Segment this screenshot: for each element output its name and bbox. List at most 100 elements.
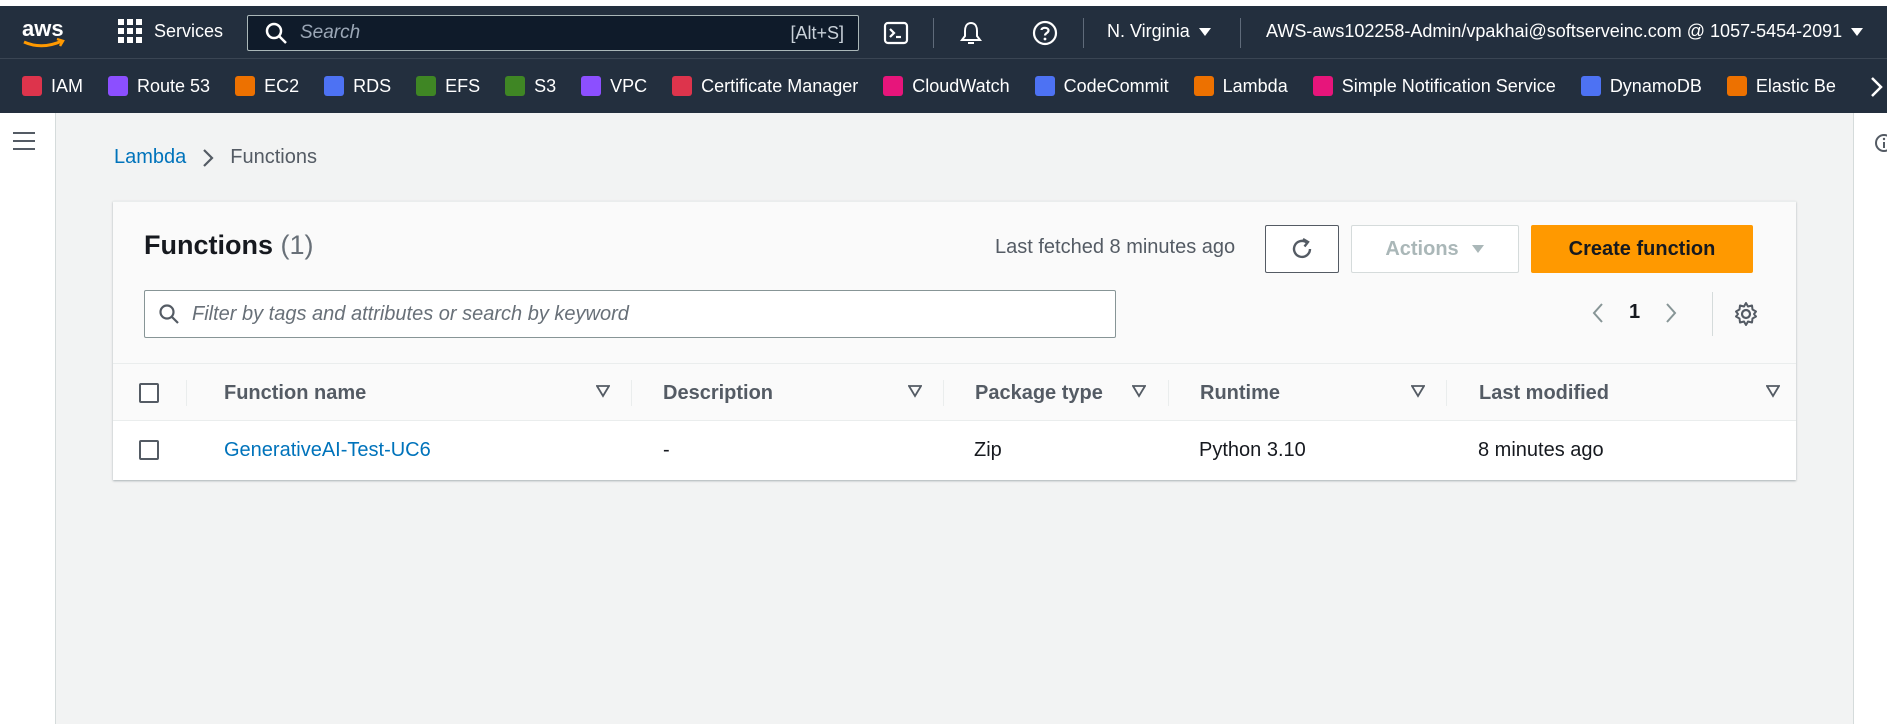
row-checkbox[interactable] — [139, 440, 159, 460]
filter-placeholder: Filter by tags and attributes or search … — [192, 302, 629, 325]
service-icon — [416, 76, 437, 96]
favorite-item[interactable]: RDS — [324, 76, 391, 97]
service-icon — [1034, 76, 1055, 96]
column-last-modified[interactable]: Last modified — [1479, 364, 1609, 422]
account-label: AWS-aws102258-Admin/vpakhai@softserveinc… — [1266, 21, 1843, 41]
favorite-item[interactable]: CodeCommit — [1034, 75, 1169, 97]
sort-icon[interactable] — [908, 384, 922, 398]
favorite-label: Route 53 — [137, 75, 211, 96]
aws-logo-text: aws — [22, 16, 64, 41]
favorite-item[interactable]: EFS — [416, 76, 480, 97]
favorite-label: CodeCommit — [1063, 75, 1169, 96]
tools-panel — [1853, 113, 1887, 724]
panel-header: Functions (1) Last fetched 8 minutes ago… — [113, 202, 1796, 363]
favorite-label: VPC — [610, 75, 648, 96]
chevron-right-icon[interactable] — [1869, 59, 1887, 113]
favorite-label: IAM — [51, 75, 84, 96]
filter-input[interactable]: Filter by tags and attributes or search … — [144, 290, 1116, 338]
create-function-button[interactable]: Create function — [1531, 225, 1753, 273]
favorite-item[interactable]: Elastic Be — [1726, 75, 1836, 97]
column-divider — [943, 380, 944, 406]
current-page[interactable]: 1 — [1629, 301, 1640, 324]
help-icon[interactable] — [1032, 20, 1058, 46]
favorites-list: IAM Route 53 EC2 RDS EFS S3 VPC Certificate Man… — [0, 76, 1861, 97]
panel-title-text: Functions — [144, 230, 273, 260]
function-count: (1) — [280, 230, 314, 260]
favorite-item[interactable]: Lambda — [1193, 76, 1288, 97]
service-icon — [672, 76, 693, 96]
search-placeholder: Search — [300, 22, 361, 43]
info-icon[interactable] — [1874, 133, 1887, 153]
column-package-type[interactable]: Package type — [975, 364, 1103, 422]
service-icon — [1312, 76, 1333, 96]
panel-title: Functions (1) — [144, 230, 314, 261]
favorite-label: RDS — [353, 75, 392, 96]
favorite-item[interactable]: Certificate Manager — [672, 76, 858, 97]
favorite-item[interactable]: VPC — [581, 76, 647, 97]
grid-icon — [118, 19, 142, 43]
cell-package-type: Zip — [974, 439, 1002, 461]
favorite-label: Certificate Manager — [701, 75, 859, 96]
search-icon — [265, 22, 287, 44]
breadcrumb-functions: Functions — [230, 146, 317, 168]
cell-runtime: Python 3.10 — [1199, 439, 1306, 461]
favorite-item[interactable]: S3 — [505, 76, 556, 97]
column-function-name[interactable]: Function name — [224, 364, 366, 422]
aws-logo[interactable]: aws — [20, 12, 70, 52]
sort-icon[interactable] — [596, 384, 610, 398]
favorite-item[interactable]: DynamoDB — [1580, 76, 1702, 97]
service-icon — [505, 76, 526, 96]
service-icon — [108, 76, 129, 96]
function-name-link[interactable]: GenerativeAI-Test-UC6 — [224, 421, 431, 480]
column-divider — [1446, 380, 1447, 406]
next-page-icon[interactable] — [1664, 302, 1678, 324]
service-icon — [1726, 76, 1747, 96]
services-label: Services — [154, 20, 224, 41]
breadcrumb-lambda[interactable]: Lambda — [114, 146, 186, 169]
services-menu[interactable]: Services — [118, 19, 223, 43]
service-icon — [22, 76, 42, 96]
previous-page-icon[interactable] — [1591, 302, 1605, 324]
favorite-item[interactable]: Simple Notification Service — [1312, 75, 1556, 97]
column-divider — [186, 380, 187, 406]
favorite-item[interactable]: CloudWatch — [883, 76, 1010, 97]
cell-description: - — [663, 439, 670, 461]
caret-down-icon — [1851, 27, 1864, 36]
column-runtime[interactable]: Runtime — [1200, 364, 1280, 422]
favorite-item[interactable]: Route 53 — [108, 76, 210, 97]
menu-icon[interactable] — [13, 132, 35, 156]
select-all-checkbox[interactable] — [139, 383, 159, 403]
column-divider — [1168, 380, 1169, 406]
cloudshell-icon[interactable] — [883, 20, 909, 46]
breadcrumb: Lambda Functions — [114, 146, 317, 169]
column-description[interactable]: Description — [663, 364, 773, 422]
preferences-gear-icon[interactable] — [1733, 301, 1759, 332]
sort-icon[interactable] — [1132, 384, 1146, 398]
search-shortcut: [Alt+S] — [790, 23, 844, 43]
region-label: N. Virginia — [1107, 21, 1190, 41]
functions-panel: Functions (1) Last fetched 8 minutes ago… — [113, 201, 1796, 480]
divider — [1712, 292, 1713, 336]
account-menu[interactable]: AWS-aws102258-Admin/vpakhai@softserveinc… — [1266, 21, 1864, 42]
sort-icon[interactable] — [1766, 384, 1780, 398]
pagination: 1 — [1591, 301, 1678, 324]
favorite-label: Elastic Be — [1755, 75, 1836, 96]
region-selector[interactable]: N. Virginia — [1107, 21, 1212, 42]
service-icon — [883, 76, 904, 96]
refresh-button[interactable] — [1265, 225, 1339, 273]
table-row: GenerativeAI-Test-UC6 - Zip Python 3.10 … — [113, 421, 1796, 480]
favorite-label: EC2 — [264, 75, 300, 96]
favorite-label: EFS — [445, 75, 481, 96]
actions-button[interactable]: Actions — [1351, 225, 1519, 273]
caret-down-icon — [1471, 245, 1484, 253]
sort-icon[interactable] — [1411, 384, 1425, 398]
favorite-item[interactable]: EC2 — [235, 76, 299, 97]
service-icon — [1193, 76, 1214, 96]
favorite-label: S3 — [534, 75, 557, 96]
favorite-label: Simple Notification Service — [1341, 75, 1556, 96]
favorite-item[interactable]: IAM — [22, 76, 83, 97]
bell-icon[interactable] — [958, 20, 984, 46]
global-search-input[interactable]: Search [Alt+S] — [247, 15, 859, 51]
favorites-bar: IAM Route 53 EC2 RDS EFS S3 VPC Certificate Man… — [0, 58, 1887, 113]
column-divider — [631, 380, 632, 406]
